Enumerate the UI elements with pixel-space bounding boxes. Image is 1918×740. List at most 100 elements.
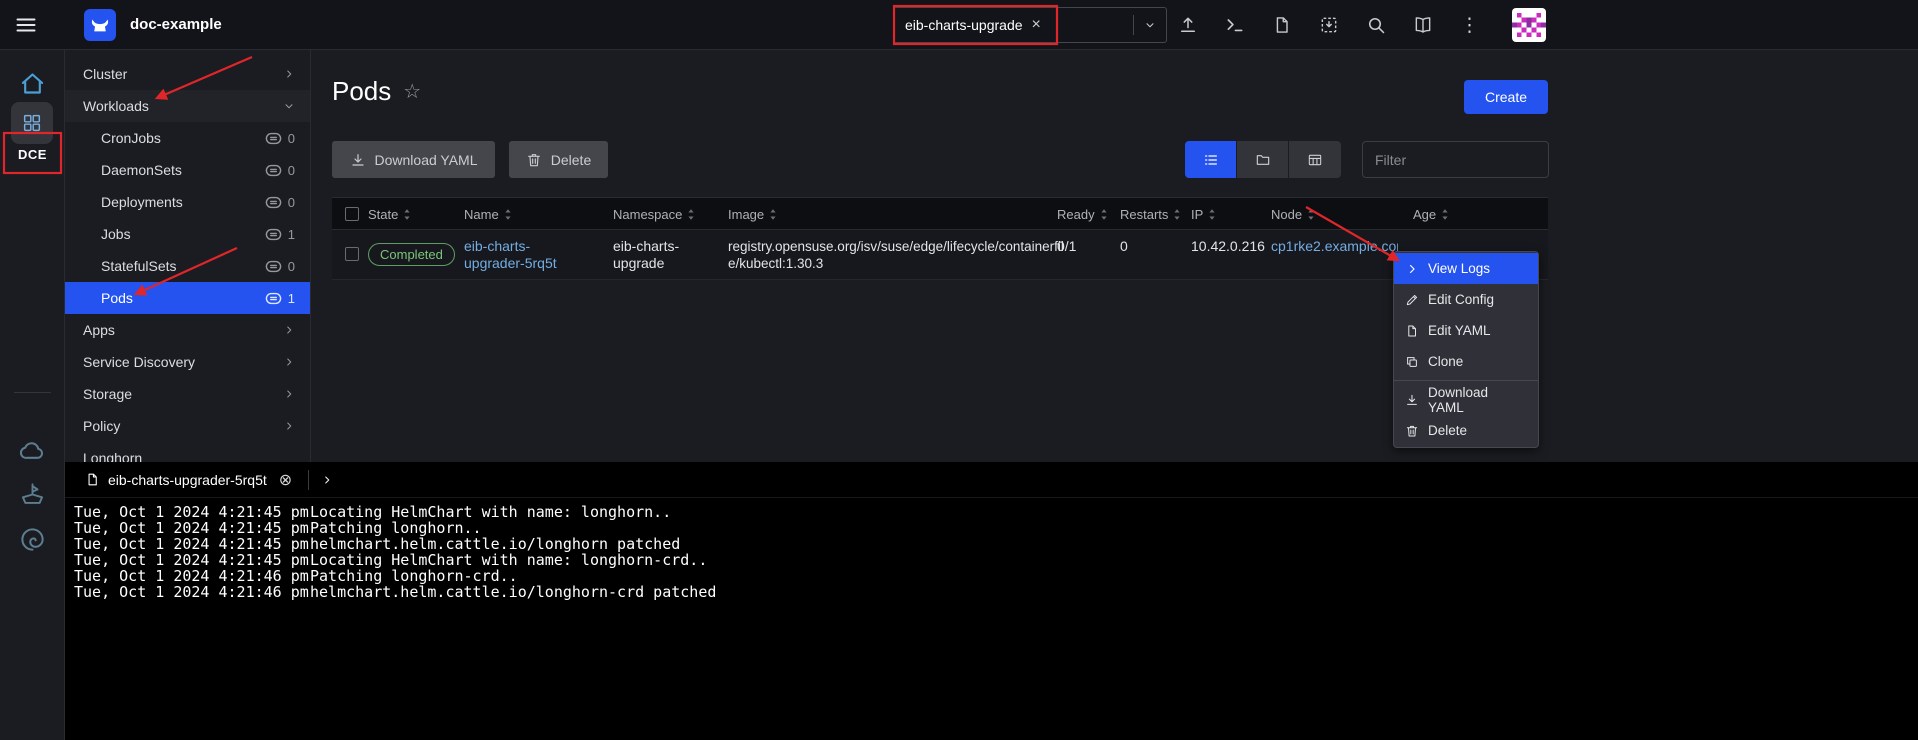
chevron-right-icon [283,324,295,336]
table-view-button[interactable] [1289,141,1341,178]
rancher-logo[interactable] [84,9,116,41]
user-avatar[interactable] [1512,8,1546,42]
clear-filter-icon[interactable]: × [1032,16,1041,34]
sort-icon [687,208,695,221]
sidebar-item-label: StatefulSets [101,258,177,274]
sidebar-item-statefulsets[interactable]: StatefulSets 0 [65,250,310,282]
cluster-badge[interactable]: DCE [0,147,65,162]
sidebar-item-jobs[interactable]: Jobs 1 [65,218,310,250]
kubectl-shell-button[interactable] [1225,15,1245,35]
sidebar-item-cronjobs[interactable]: CronJobs 0 [65,122,310,154]
sidebar-item-label: Apps [83,322,115,338]
home-icon [19,70,46,97]
column-header-ip[interactable]: IP [1191,198,1216,231]
sidebar-item-label: Cluster [83,66,127,82]
log-timestamp: Tue, Oct 1 2024 4:21:46 pm [74,568,310,584]
resource-count: 0 [288,259,295,274]
sidebar-item-longhorn[interactable]: Longhorn [65,442,310,462]
sidebar-item-workloads[interactable]: Workloads [65,90,310,122]
hamburger-icon [14,13,38,37]
log-tab-bar: eib-charts-upgrader-5rq5t ⊗ [65,462,1918,498]
log-line: Tue, Oct 1 2024 4:21:45 pmPatching longh… [74,520,1918,536]
count-chip-icon [265,196,282,209]
sidebar-item-label: Storage [83,386,132,402]
menu-item-clone[interactable]: Clone [1394,346,1538,377]
delete-button[interactable]: Delete [509,141,608,178]
chevron-right-icon [283,388,295,400]
sidebar-item-cluster[interactable]: Cluster [65,58,310,90]
view-logs-icon [1405,262,1419,276]
sidebar-item-label: Deployments [101,194,183,210]
menu-item-edit-yaml[interactable]: Edit YAML [1394,315,1538,346]
expand-panel-icon[interactable] [321,474,333,486]
import-yaml-button[interactable] [1319,15,1339,35]
download-icon [350,152,366,168]
log-timestamp: Tue, Oct 1 2024 4:21:45 pm [74,552,310,568]
sidebar-item-apps[interactable]: Apps [65,314,310,346]
node-link[interactable]: cp1rke2.example.com [1271,238,1398,255]
sort-icon [1173,208,1181,221]
grouped-view-button[interactable] [1237,141,1289,178]
namespace-filter-dropdown[interactable]: eib-charts-upgrade × [893,7,1167,43]
sidebar-item-deployments[interactable]: Deployments 0 [65,186,310,218]
column-header-image[interactable]: Image [728,198,777,231]
table-row[interactable]: Completed eib-charts-upgrader-5rq5t eib-… [332,230,1548,280]
sidebar-item-pods[interactable]: Pods 1 [65,282,310,314]
close-tab-icon[interactable]: ⊗ [279,470,292,490]
log-tab[interactable]: eib-charts-upgrader-5rq5t ⊗ [85,470,292,490]
list-view-button[interactable] [1185,141,1237,178]
main-menu-button[interactable] [14,13,38,37]
resource-count: 0 [288,131,295,146]
fleet-button[interactable] [19,481,46,508]
sidebar-item-service-discovery[interactable]: Service Discovery [65,346,310,378]
count-chip-icon [265,164,282,177]
column-header-node[interactable]: Node [1271,198,1315,231]
column-header-age[interactable]: Age [1413,198,1449,231]
sidebar-item-storage[interactable]: Storage [65,378,310,410]
menu-item-download-yaml[interactable]: Download YAML [1394,384,1538,415]
upload-icon [1178,15,1198,35]
create-button[interactable]: Create [1464,80,1548,114]
menu-item-edit-config[interactable]: Edit Config [1394,284,1538,315]
view-mode-toggle [1185,141,1341,178]
sidebar-item-policy[interactable]: Policy [65,410,310,442]
select-all-checkbox[interactable] [345,207,359,221]
column-header-namespace[interactable]: Namespace [613,198,695,231]
chevron-right-icon [283,420,295,432]
kubeconfig-file-button[interactable] [1272,15,1292,35]
cloud-credentials-button[interactable] [19,437,46,464]
filter-input[interactable] [1362,141,1549,178]
resource-count: 0 [288,163,295,178]
log-timestamp: Tue, Oct 1 2024 4:21:45 pm [74,504,310,520]
column-header-ready[interactable]: Ready [1057,198,1108,231]
column-header-restarts[interactable]: Restarts [1120,198,1181,231]
cluster-grid-icon [21,112,43,134]
docs-button[interactable] [1413,15,1433,35]
pencil-icon [1405,293,1419,307]
column-header-name[interactable]: Name [464,198,512,231]
sidebar-item-daemonsets[interactable]: DaemonSets 0 [65,154,310,186]
home-button[interactable] [19,70,46,97]
row-checkbox[interactable] [345,247,359,261]
sidebar-item-label: Policy [83,418,120,434]
overflow-menu-button[interactable]: ⋮ [1460,16,1479,35]
active-cluster-tile[interactable] [11,102,53,144]
longhorn-button[interactable] [19,526,46,553]
pod-name-link[interactable]: eib-charts-upgrader-5rq5t [464,238,576,272]
menu-item-view-logs[interactable]: View Logs [1394,253,1538,284]
file-icon [1272,15,1292,35]
ship-icon [19,481,46,508]
cluster-rail: DCE [0,50,65,740]
download-yaml-button[interactable]: Download YAML [332,141,495,178]
chevron-down-icon[interactable] [1144,19,1156,31]
upload-button[interactable] [1178,15,1198,35]
row-context-menu: View Logs Edit Config Edit YAML Clone Do… [1393,251,1539,448]
chevron-down-icon [283,100,295,112]
search-button[interactable] [1366,15,1386,35]
favorite-star-icon[interactable]: ☆ [403,79,421,104]
log-output: Tue, Oct 1 2024 4:21:45 pmLocating HelmC… [65,498,1918,600]
column-header-state[interactable]: State [368,198,411,231]
menu-item-delete[interactable]: Delete [1394,415,1538,446]
download-yaml-label: Download YAML [375,152,478,168]
sidebar-nav: Cluster Workloads CronJobs 0 DaemonSets … [65,50,311,462]
